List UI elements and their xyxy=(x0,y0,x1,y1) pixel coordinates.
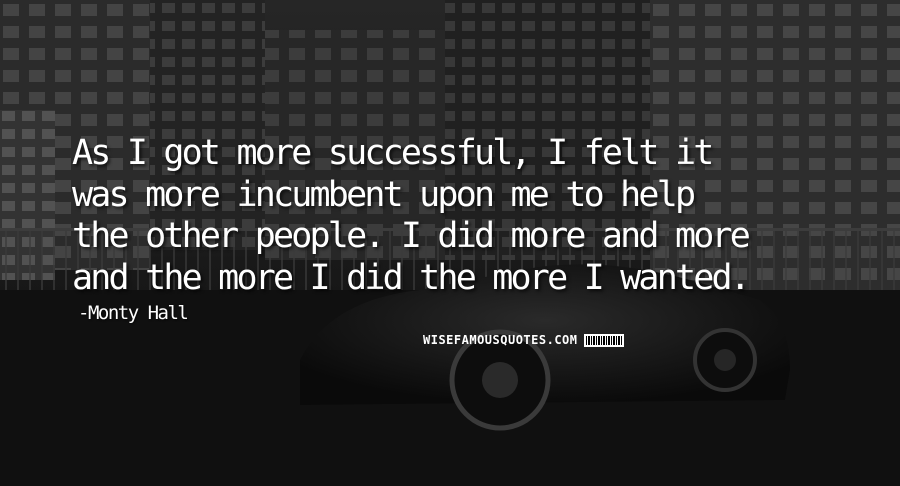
quote-author: -Monty Hall xyxy=(78,302,189,324)
quote-line: the other people. I did more and more xyxy=(72,216,751,256)
quote-line: was more incumbent upon me to help xyxy=(72,174,696,215)
quote-line: As I got more successful, I felt it xyxy=(72,133,714,173)
author-name: Monty Hall xyxy=(87,302,189,324)
watermark: WISEFAMOUSQUOTES.COM xyxy=(423,333,624,347)
watermark-text: WISEFAMOUSQUOTES.COM xyxy=(423,333,578,347)
quote-line: and the more I did the more I wanted. xyxy=(72,257,751,298)
quote-image: As I got more successful, I felt it was … xyxy=(0,0,900,486)
barcode-icon xyxy=(583,333,624,347)
author-dash: - xyxy=(78,302,89,324)
quote-text: As I got more successful, I felt it was … xyxy=(72,133,872,299)
